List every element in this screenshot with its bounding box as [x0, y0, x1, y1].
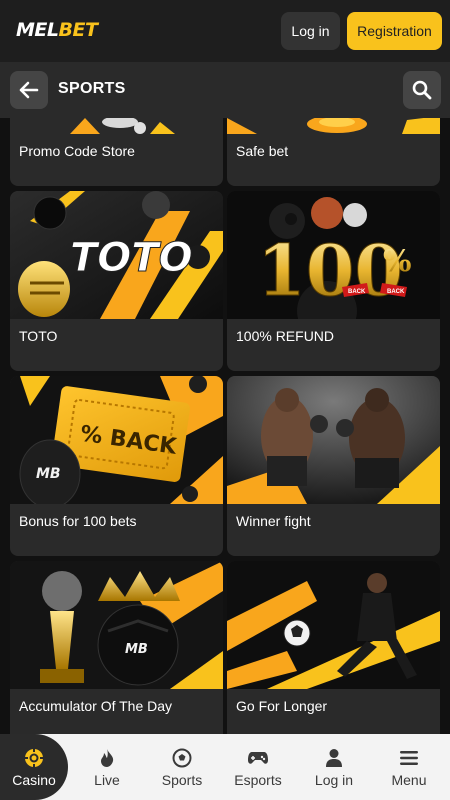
- section-header: SPORTS: [0, 62, 450, 118]
- promo-grid: Promo Code Store Safe bet TOTO TOTO 100 …: [0, 118, 450, 734]
- hamburger-icon: [399, 747, 419, 769]
- svg-text:MB: MB: [125, 642, 148, 657]
- svg-text:MB: MB: [36, 466, 61, 482]
- flame-icon: [99, 747, 115, 769]
- promo-label: Go For Longer: [236, 698, 328, 714]
- promo-label: Promo Code Store: [19, 143, 135, 159]
- promo-card-accumulator-of-the-day[interactable]: MB Accumulator Of The Day: [10, 561, 223, 734]
- back-button[interactable]: [10, 71, 48, 109]
- promo-image: [227, 561, 440, 689]
- svg-text:%: %: [383, 244, 412, 279]
- nav-esports[interactable]: Esports: [222, 734, 294, 800]
- promo-label: Accumulator Of The Day: [19, 698, 173, 714]
- registration-button[interactable]: Registration: [347, 12, 442, 50]
- logo-text-bet: BET: [58, 19, 98, 41]
- logo-text-mel: MEL: [16, 19, 59, 41]
- promo-card-safe-bet[interactable]: Safe bet: [227, 118, 440, 186]
- promo-card-promo-code-store[interactable]: Promo Code Store: [10, 118, 223, 186]
- casino-chip-icon: [24, 747, 44, 769]
- nav-live[interactable]: Live: [74, 734, 140, 800]
- search-icon: [412, 80, 432, 100]
- promo-image: [227, 376, 440, 504]
- page-title: SPORTS: [58, 80, 126, 97]
- promo-image: % BACK MB: [10, 376, 223, 504]
- promo-image: MB: [10, 561, 223, 689]
- nav-label: Menu: [391, 771, 427, 788]
- arrow-left-icon: [19, 81, 39, 99]
- svg-text:100: 100: [257, 229, 403, 312]
- promo-card-toto[interactable]: TOTO TOTO: [10, 191, 223, 371]
- promo-label: Bonus for 100 bets: [19, 513, 137, 529]
- top-header: MELBET Log in Registration: [0, 0, 450, 62]
- nav-casino[interactable]: Casino: [0, 734, 68, 800]
- search-button[interactable]: [403, 71, 441, 109]
- nav-login[interactable]: Log in: [300, 734, 368, 800]
- svg-text:BACK: BACK: [348, 289, 366, 295]
- promo-image: 100 % BACK BACK: [227, 191, 440, 319]
- nav-sports[interactable]: Sports: [148, 734, 216, 800]
- promo-label: Safe bet: [236, 143, 289, 159]
- promo-label: TOTO: [19, 328, 58, 344]
- promo-card-winner-fight[interactable]: Winner fight: [227, 376, 440, 556]
- nav-label: Live: [94, 771, 120, 788]
- promo-card-100-refund[interactable]: 100 % BACK BACK 100% REFUND: [227, 191, 440, 371]
- nav-menu[interactable]: Menu: [376, 734, 442, 800]
- svg-text:TOTO: TOTO: [70, 235, 193, 281]
- nav-label: Esports: [234, 771, 282, 788]
- user-icon: [325, 747, 343, 769]
- nav-label: Log in: [314, 771, 354, 788]
- nav-label: Sports: [161, 771, 203, 788]
- promo-image: TOTO: [10, 191, 223, 319]
- nav-label: Casino: [12, 771, 56, 788]
- promo-card-go-for-longer[interactable]: Go For Longer: [227, 561, 440, 734]
- promo-label: 100% REFUND: [236, 328, 335, 344]
- svg-text:BACK: BACK: [387, 289, 405, 295]
- login-button[interactable]: Log in: [281, 12, 340, 50]
- promo-card-bonus-100-bets[interactable]: % BACK MB Bonus for 100 bets: [10, 376, 223, 556]
- promo-label: Winner fight: [236, 513, 311, 529]
- melbet-logo[interactable]: MELBET: [16, 19, 98, 41]
- soccer-ball-icon: [172, 747, 192, 769]
- bottom-navigation: Casino Live Sports Esports Log in Menu: [0, 734, 450, 800]
- gamepad-icon: [247, 747, 269, 769]
